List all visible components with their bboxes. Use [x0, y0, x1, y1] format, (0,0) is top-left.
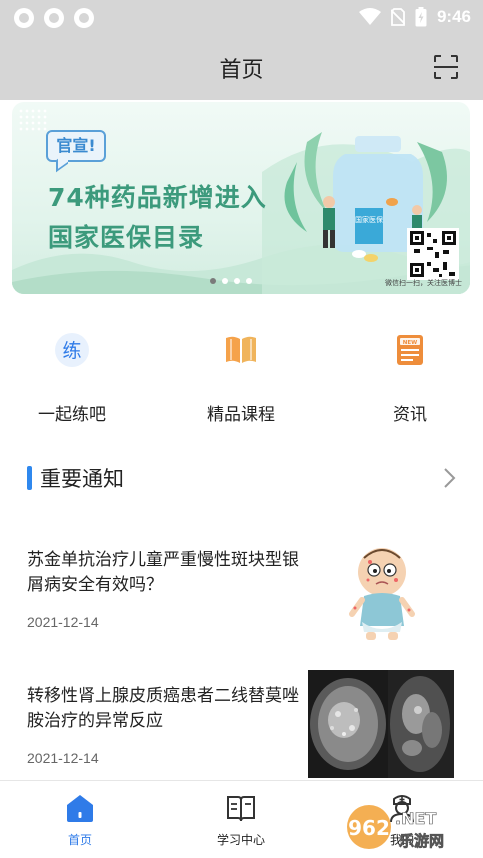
- ct-scan-thumbnail: [308, 670, 454, 778]
- status-bar: 9:46: [0, 0, 483, 36]
- section-title: 重要通知: [40, 467, 124, 491]
- bottle-label: 国家医保: [355, 215, 383, 224]
- watermark-site-name: 乐游网: [399, 832, 444, 850]
- site-watermark-logo: 962 .NET 乐游网: [347, 805, 444, 850]
- practice-icon: 练: [54, 332, 90, 368]
- news-icon: NEW: [392, 332, 428, 368]
- article-title: 苏金单抗治疗儿童严重慢性斑块型银屑病安全有效吗？: [27, 550, 299, 595]
- pager-dot[interactable]: [246, 278, 252, 284]
- quick-item-practice[interactable]: 练 一起练吧: [12, 326, 132, 425]
- article-date: 2021-12-14: [27, 614, 99, 630]
- quick-item-news[interactable]: NEW 资讯: [350, 326, 470, 425]
- quick-item-label: 一起练吧: [38, 405, 106, 425]
- banner-headline-1: 74种药品新增进入: [48, 183, 267, 212]
- article-date: 2021-12-14: [27, 750, 99, 766]
- nav-item-study-center[interactable]: 学习中心: [181, 781, 301, 858]
- sick-baby-thumbnail: [308, 534, 454, 642]
- medicine-bottle-illustration: 国家医保: [284, 132, 459, 280]
- battery-icon: [415, 7, 427, 27]
- nav-label: 首页: [67, 833, 92, 847]
- news-badge: NEW: [403, 340, 417, 346]
- clock-time: 9:46: [436, 7, 471, 26]
- banner-caption: 微信扫一扫，关注医博士: [385, 279, 462, 287]
- scan-icon[interactable]: [433, 54, 459, 80]
- pager-dot[interactable]: [222, 278, 228, 284]
- promo-banner[interactable]: 官宣! 74种药品新增进入 国家医保目录 国家医保 微信扫一扫，关注医博士: [12, 102, 470, 294]
- watermark-number: 962: [348, 816, 390, 840]
- notification-icon: [44, 8, 64, 28]
- notification-icon: [74, 8, 94, 28]
- wifi-icon: [358, 8, 381, 25]
- banner-headline-2: 国家医保目录: [48, 223, 205, 252]
- nav-item-home[interactable]: 首页: [20, 781, 140, 858]
- notice-section-header[interactable]: 重要通知: [0, 458, 483, 498]
- practice-glyph: 练: [62, 340, 81, 362]
- banner-pager[interactable]: [210, 278, 252, 284]
- quick-item-label: 精品课程: [207, 405, 275, 425]
- page-title: 首页: [219, 58, 264, 83]
- app-header: 首页: [0, 36, 483, 100]
- quick-item-courses[interactable]: 精品课程: [181, 326, 301, 425]
- pager-dot[interactable]: [234, 278, 240, 284]
- quick-menu: 练 一起练吧 精品课程 NEW 资讯: [0, 326, 483, 426]
- section-accent-bar: [27, 466, 32, 490]
- watermark-domain: .NET: [395, 809, 436, 828]
- notification-icon: [14, 8, 34, 28]
- chevron-right-icon[interactable]: [441, 464, 459, 492]
- quick-item-label: 资讯: [393, 405, 427, 425]
- article-title: 转移性肾上腺皮质癌患者二线替莫唑胺治疗的异常反应: [27, 686, 299, 731]
- nav-label: 学习中心: [216, 833, 265, 847]
- list-item[interactable]: 苏金单抗治疗儿童严重慢性斑块型银屑病安全有效吗？ 2021-12-14: [0, 534, 483, 668]
- study-center-icon: [227, 796, 255, 822]
- no-sim-icon: [390, 8, 405, 26]
- book-icon: [223, 332, 259, 368]
- pager-dot-active[interactable]: [210, 278, 216, 284]
- banner-tag: 官宣!: [46, 130, 106, 162]
- home-icon: [67, 795, 93, 822]
